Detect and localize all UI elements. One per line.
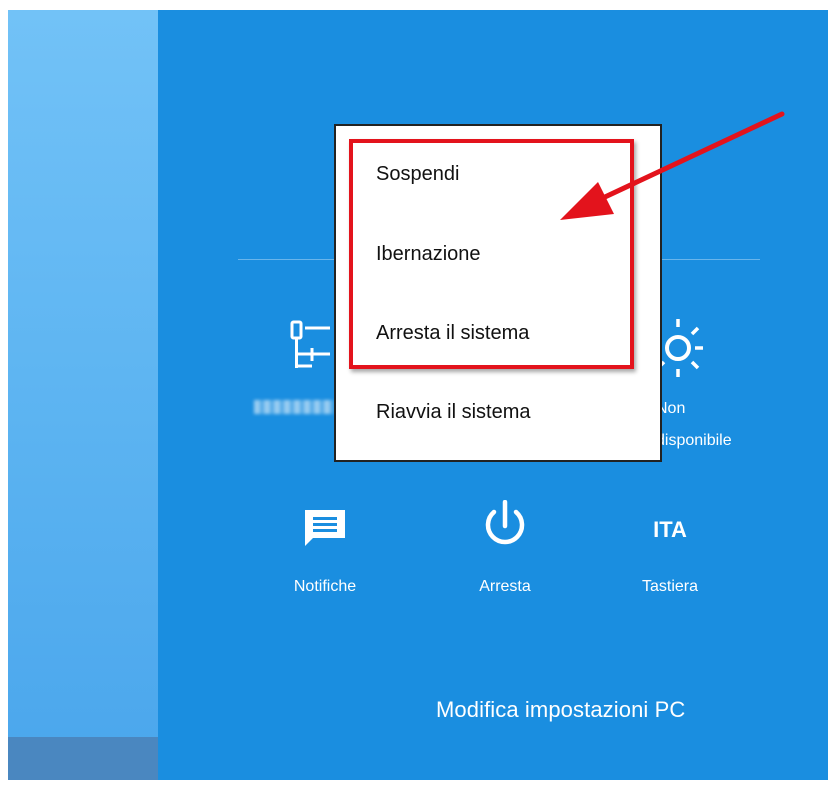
power-tile[interactable]: Arresta bbox=[450, 499, 560, 595]
network-name-blurred bbox=[254, 400, 334, 414]
notifications-label: Notifiche bbox=[293, 578, 357, 595]
desktop-background bbox=[8, 10, 158, 780]
menu-item-restart[interactable]: Riavvia il sistema bbox=[376, 401, 530, 424]
network-icon bbox=[290, 318, 332, 375]
power-icon bbox=[480, 499, 530, 557]
taskbar bbox=[8, 737, 158, 780]
keyboard-tile[interactable]: ITA Tastiera bbox=[615, 505, 725, 595]
keyboard-label: Tastiera bbox=[641, 578, 699, 595]
change-pc-settings-link[interactable]: Modifica impostazioni PC bbox=[436, 697, 685, 723]
annotation-arrow-icon bbox=[540, 108, 790, 238]
notifications-icon bbox=[305, 510, 345, 551]
brightness-label-line2: disponibile bbox=[656, 432, 732, 449]
notifications-tile[interactable]: Notifiche bbox=[265, 505, 385, 595]
keyboard-language-indicator: ITA bbox=[653, 517, 687, 542]
power-label: Arresta bbox=[479, 578, 531, 595]
